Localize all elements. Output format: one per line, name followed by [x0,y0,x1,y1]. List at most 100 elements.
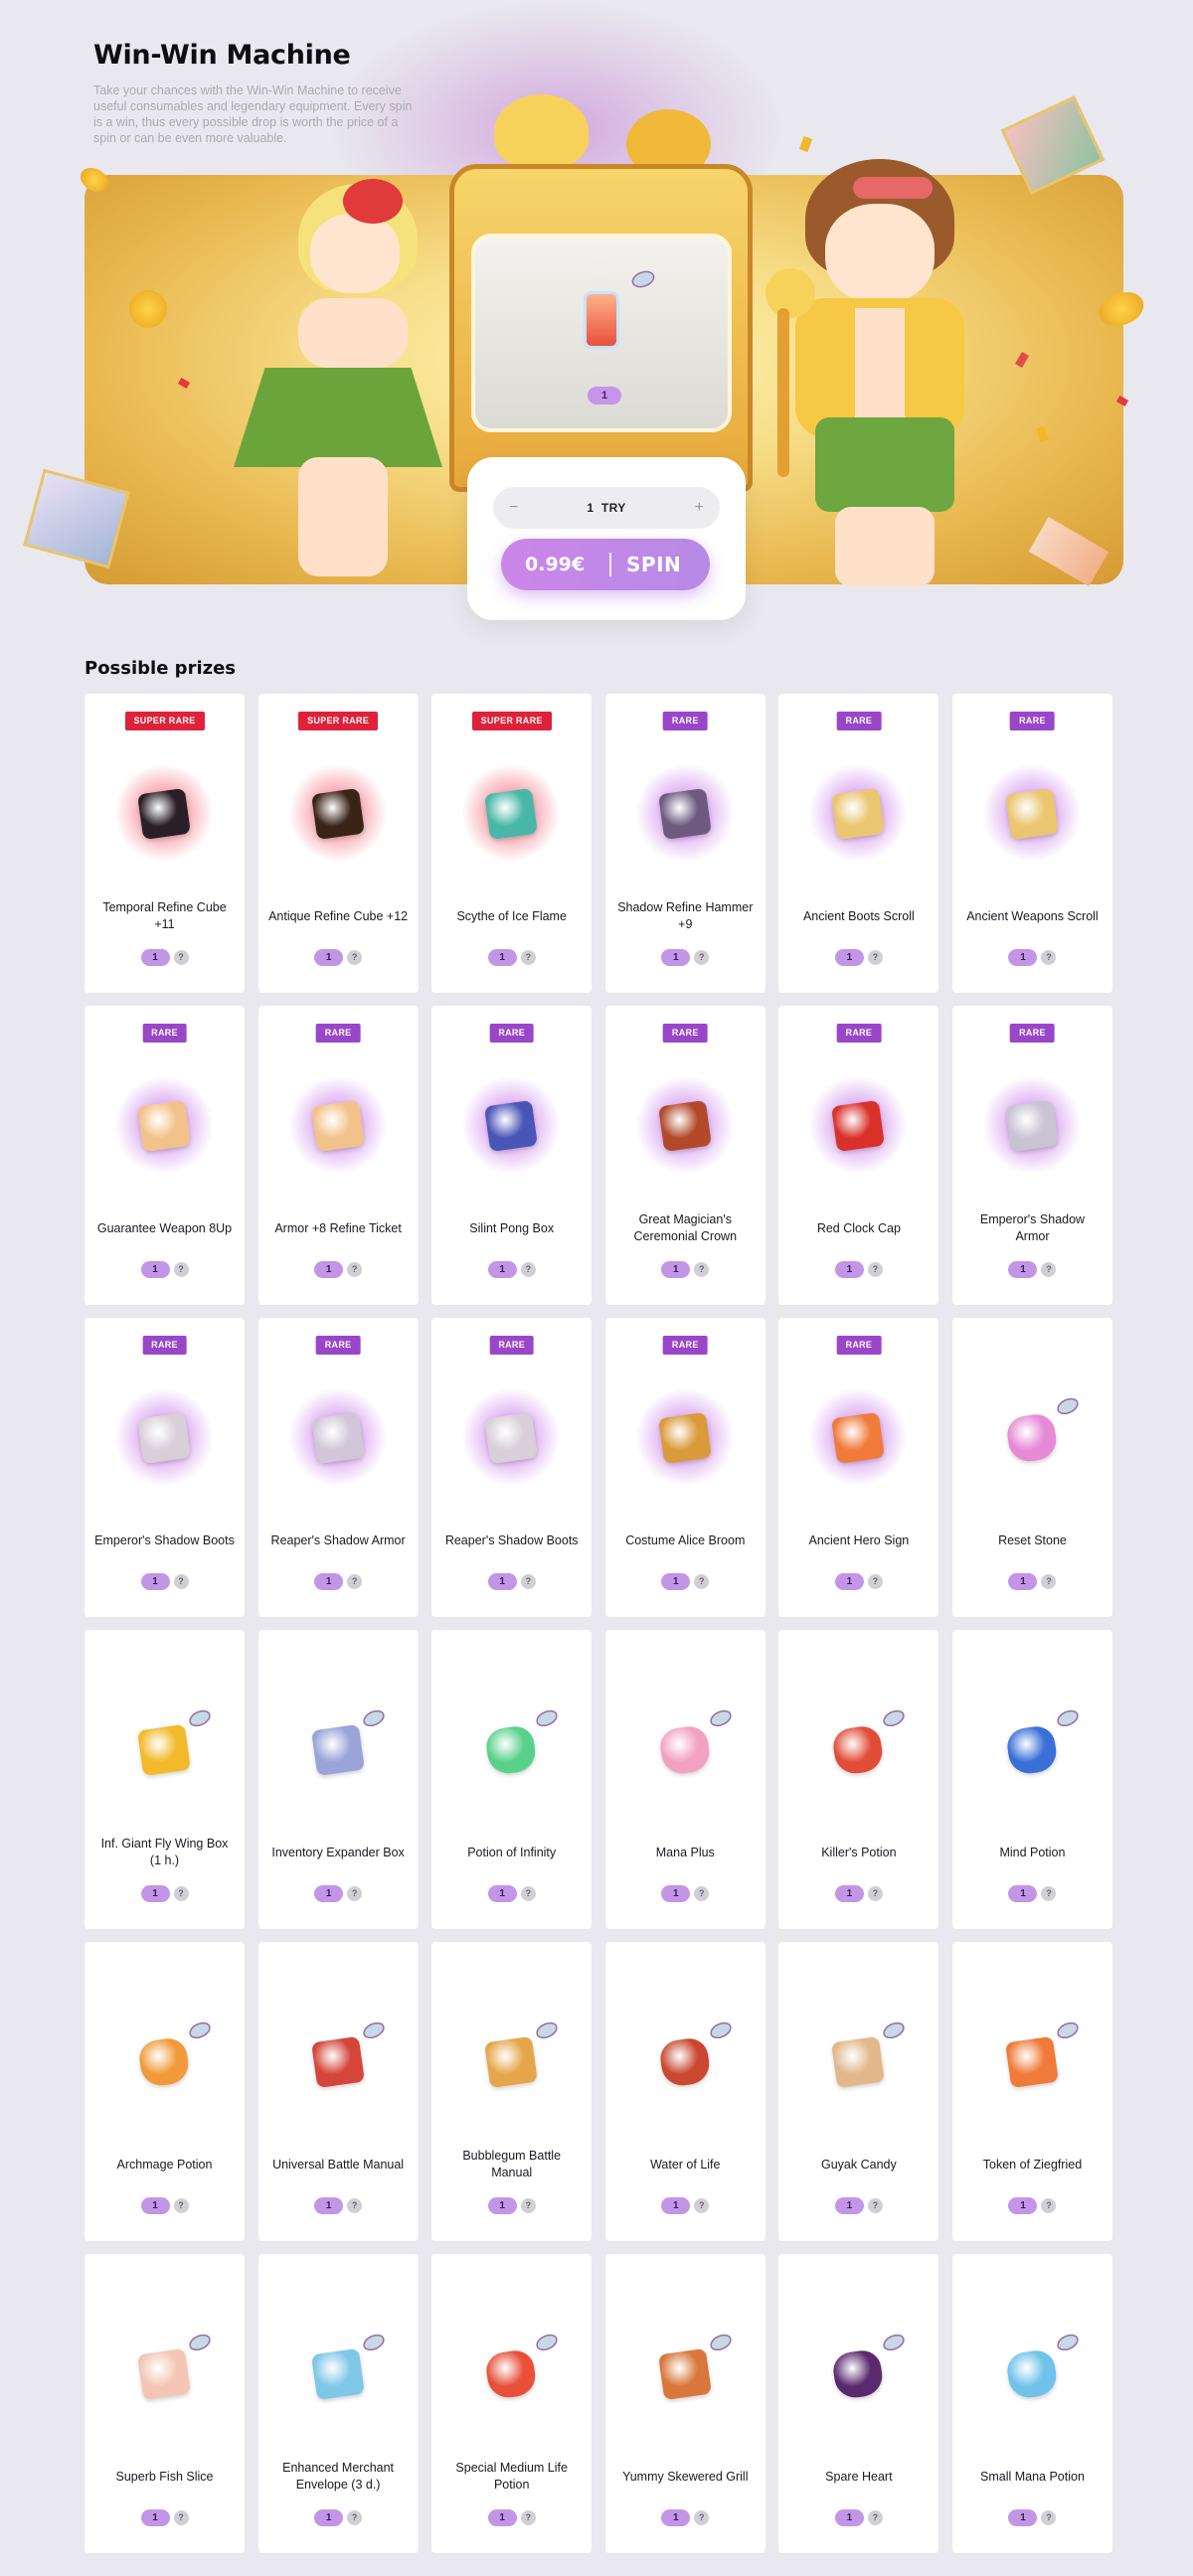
skewer-icon [657,2347,712,2401]
help-icon[interactable]: ? [694,2198,710,2213]
prize-card[interactable]: RARE Emperor's Shadow Armor 1 ? [951,1006,1112,1305]
help-icon[interactable]: ? [1041,2510,1057,2525]
prize-card[interactable]: Potion of Infinity 1 ? [431,1630,593,1929]
help-icon[interactable]: ? [347,2510,363,2525]
prize-card[interactable]: Archmage Potion 1 ? [85,1942,245,2241]
help-icon[interactable]: ? [347,1574,363,1589]
quantity-badge: 1 [140,2197,170,2214]
help-icon[interactable]: ? [867,2510,883,2525]
quantity-badge: 1 [487,2509,517,2526]
help-icon[interactable]: ? [867,1262,883,1277]
prize-card[interactable]: Bubblegum Battle Manual 1 ? [431,1942,593,2241]
rarity-badge: SUPER RARE [124,712,205,730]
prize-card[interactable]: RARE Great Magician's Ceremonial Crown 1 … [604,1006,766,1305]
help-icon[interactable]: ? [1041,1886,1057,1901]
lever-arm[interactable] [777,308,789,477]
prize-card[interactable]: Token of Ziegfried 1 ? [951,1942,1112,2241]
help-icon[interactable]: ? [867,2198,883,2213]
coin-icon [710,1709,732,1727]
prize-card[interactable]: Reset Stone 1 ? [951,1318,1112,1617]
help-icon[interactable]: ? [694,1262,710,1277]
prize-card[interactable]: RARE Emperor's Shadow Boots 1 ? [85,1318,245,1617]
prize-quantity-row: 1 ? [258,2509,419,2526]
prize-card[interactable]: Inventory Expander Box 1 ? [257,1630,419,1929]
prize-card[interactable]: SUPER RARE Scythe of Ice Flame 1 ? [431,694,593,993]
tries-stepper[interactable]: − 1 TRY + [493,487,720,529]
prize-card[interactable]: RARE Shadow Refine Hammer +9 1 ? [604,694,766,993]
prize-card[interactable]: RARE Armor +8 Refine Ticket 1 ? [257,1006,419,1305]
prize-card[interactable]: RARE Silint Pong Box 1 ? [431,1006,593,1305]
spin-button[interactable]: 0.99€ SPIN [501,539,710,590]
help-icon[interactable]: ? [347,1262,363,1277]
help-icon[interactable]: ? [520,1262,536,1277]
help-icon[interactable]: ? [694,2510,710,2525]
prize-card[interactable]: SUPER RARE Antique Refine Cube +12 1 ? [257,694,419,993]
help-icon[interactable]: ? [1041,2198,1057,2213]
help-icon[interactable]: ? [694,1574,710,1589]
prize-card[interactable]: Inf. Giant Fly Wing Box (1 h.) 1 ? [85,1630,245,1929]
prize-name: Costume Alice Broom [625,1532,746,1547]
prize-card[interactable]: SUPER RARE Temporal Refine Cube +11 1 ? [85,694,245,993]
prize-card[interactable]: RARE Ancient Hero Sign 1 ? [778,1318,939,1617]
quantity-badge: 1 [314,1261,344,1278]
increment-button[interactable]: + [695,487,704,529]
help-icon[interactable]: ? [173,1886,189,1901]
quantity-badge: 1 [661,1261,691,1278]
help-icon[interactable]: ? [347,1886,363,1901]
quantity-badge: 1 [834,1261,864,1278]
help-icon[interactable]: ? [520,2510,536,2525]
prize-card[interactable]: Superb Fish Slice 1 ? [85,2254,245,2553]
quantity-badge: 1 [1008,1261,1038,1278]
prize-card[interactable]: Special Medium Life Potion 1 ? [431,2254,593,2553]
help-icon[interactable]: ? [173,1262,189,1277]
help-icon[interactable]: ? [520,950,536,965]
scroll-icon [831,787,886,841]
quantity-badge: 1 [1008,2509,1038,2526]
help-icon[interactable]: ? [173,2198,189,2213]
prize-card[interactable]: RARE Ancient Boots Scroll 1 ? [778,694,939,993]
prize-card[interactable]: Yummy Skewered Grill 1 ? [604,2254,766,2553]
prize-card[interactable]: Universal Battle Manual 1 ? [257,1942,419,2241]
help-icon[interactable]: ? [173,2510,189,2525]
help-icon[interactable]: ? [1041,950,1057,965]
prize-card[interactable]: RARE Guarantee Weapon 8Up 1 ? [85,1006,245,1305]
rarity-badge: RARE [662,1024,708,1043]
prize-card[interactable]: RARE Red Clock Cap 1 ? [778,1006,939,1305]
help-icon[interactable]: ? [173,1574,189,1589]
help-icon[interactable]: ? [694,950,710,965]
prize-card[interactable]: RARE Reaper's Shadow Armor 1 ? [257,1318,419,1617]
envelope-icon [310,2347,365,2401]
help-icon[interactable]: ? [867,1886,883,1901]
ticket-icon [310,1099,365,1153]
prize-name: Potion of Infinity [467,1845,557,1859]
prize-card[interactable]: RARE Ancient Weapons Scroll 1 ? [951,694,1112,993]
prize-card[interactable]: Enhanced Merchant Envelope (3 d.) 1 ? [257,2254,419,2553]
prize-name: Armor +8 Refine Ticket [274,1220,402,1235]
prize-card[interactable]: Spare Heart 1 ? [778,2254,939,2553]
prize-card[interactable]: Mana Plus 1 ? [604,1630,766,1929]
help-icon[interactable]: ? [867,950,883,965]
prize-card[interactable]: Water of Life 1 ? [604,1942,766,2241]
help-icon[interactable]: ? [347,950,363,965]
prize-card[interactable]: Guyak Candy 1 ? [778,1942,939,2241]
help-icon[interactable]: ? [694,1886,710,1901]
help-icon[interactable]: ? [1041,1262,1057,1277]
help-icon[interactable]: ? [520,1886,536,1901]
help-icon[interactable]: ? [867,1574,883,1589]
prize-card[interactable]: RARE Reaper's Shadow Boots 1 ? [431,1318,593,1617]
help-icon[interactable]: ? [520,2198,536,2213]
help-icon[interactable]: ? [173,950,189,965]
help-icon[interactable]: ? [347,2198,363,2213]
prize-card[interactable]: Killer's Potion 1 ? [778,1630,939,1929]
help-icon[interactable]: ? [1041,1574,1057,1589]
help-icon[interactable]: ? [520,1574,536,1589]
prize-card[interactable]: Mind Potion 1 ? [951,1630,1112,1929]
prize-card[interactable]: Small Mana Potion 1 ? [951,2254,1112,2553]
star-sign-icon [831,1411,886,1465]
potion-icon [137,2035,191,2089]
coin-icon [883,2334,906,2351]
potion-jar-icon [1005,2347,1059,2401]
lever-knob[interactable] [766,268,815,318]
prize-card[interactable]: RARE Costume Alice Broom 1 ? [604,1318,766,1617]
coin-icon [362,2021,385,2039]
